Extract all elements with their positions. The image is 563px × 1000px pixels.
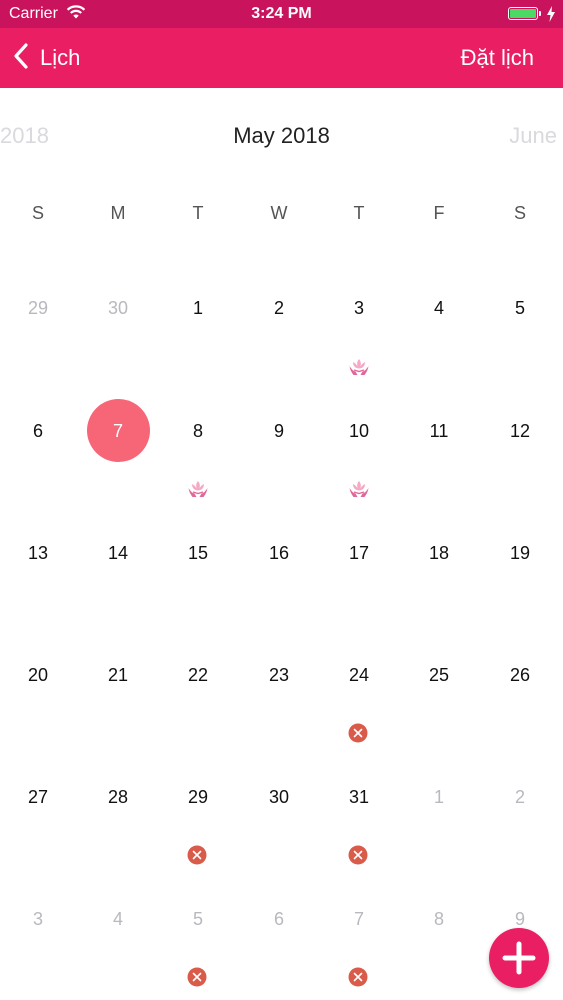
chevron-left-icon — [14, 42, 28, 74]
weekday-header: M — [110, 203, 126, 223]
weekday-header: S — [513, 203, 526, 223]
calendar-day[interactable]: 4 — [78, 909, 158, 930]
calendar-day[interactable]: 1 — [399, 787, 479, 808]
status-bar: Carrier 3:24 PM — [0, 0, 563, 28]
calendar-day[interactable]: 16 — [239, 543, 319, 564]
calendar-day[interactable]: 4 — [399, 298, 479, 319]
back-label: Lịch — [40, 45, 81, 70]
charging-bolt-icon — [546, 6, 556, 27]
lotus-hands-icon — [348, 357, 370, 377]
cancelled-x-icon — [348, 845, 370, 865]
next-month-label[interactable]: June — [509, 123, 557, 149]
status-time: 3:24 PM — [251, 5, 312, 22]
cancelled-x-icon — [187, 845, 209, 865]
nav-bar: Lịch Đặt lịch — [0, 28, 563, 88]
calendar-day[interactable]: 8 — [399, 909, 479, 930]
calendar-day[interactable]: 5 — [158, 909, 238, 930]
month-title: May 2018 — [233, 123, 330, 148]
calendar-day[interactable]: 17 — [319, 543, 399, 564]
weekday-header: W — [270, 203, 288, 223]
calendar-day[interactable]: 9 — [480, 909, 560, 930]
calendar-day[interactable]: 11 — [399, 421, 479, 442]
add-appointment-button[interactable] — [489, 928, 549, 988]
calendar-day[interactable]: 3 — [319, 298, 399, 319]
calendar-day[interactable]: 2 — [239, 298, 319, 319]
calendar-day[interactable]: 27 — [0, 787, 78, 808]
battery-cap — [539, 11, 541, 16]
calendar-day[interactable]: 9 — [239, 421, 319, 442]
month-header: 2018 May 2018 June — [0, 120, 563, 154]
calendar-day[interactable]: 1 — [158, 298, 238, 319]
calendar-day[interactable]: 25 — [399, 665, 479, 686]
calendar-day[interactable]: 5 — [480, 298, 560, 319]
calendar-day[interactable]: 21 — [78, 665, 158, 686]
calendar-day[interactable]: 13 — [0, 543, 78, 564]
calendar-day[interactable]: 6 — [0, 421, 78, 442]
calendar-day[interactable]: 7 — [319, 909, 399, 930]
weekday-header: F — [433, 203, 445, 223]
lotus-hands-icon — [187, 479, 209, 499]
calendar-day[interactable]: 18 — [399, 543, 479, 564]
calendar-day[interactable]: 19 — [480, 543, 560, 564]
plus-icon — [489, 941, 549, 992]
weekday-header: T — [353, 203, 365, 223]
calendar-day[interactable]: 22 — [158, 665, 238, 686]
calendar-day[interactable]: 28 — [78, 787, 158, 808]
calendar-day[interactable]: 31 — [319, 787, 399, 808]
weekday-header: T — [192, 203, 204, 223]
calendar-day[interactable]: 14 — [78, 543, 158, 564]
calendar-day[interactable]: 10 — [319, 421, 399, 442]
calendar-day[interactable]: 8 — [158, 421, 238, 442]
calendar-day[interactable]: 15 — [158, 543, 238, 564]
calendar-day[interactable]: 2 — [480, 787, 560, 808]
calendar-day[interactable]: 26 — [480, 665, 560, 686]
battery-icon — [508, 7, 538, 20]
book-appointment-button[interactable]: Đặt lịch — [461, 42, 534, 74]
calendar-day[interactable]: 30 — [78, 298, 158, 319]
calendar-day[interactable]: 3 — [0, 909, 78, 930]
cancelled-x-icon — [348, 967, 370, 987]
calendar-day[interactable]: 24 — [319, 665, 399, 686]
lotus-hands-icon — [348, 479, 370, 499]
weekday-header: S — [31, 203, 44, 223]
calendar-day[interactable]: 30 — [239, 787, 319, 808]
calendar-day[interactable]: 29 — [158, 787, 238, 808]
calendar-day[interactable]: 29 — [0, 298, 78, 319]
calendar-day[interactable]: 12 — [480, 421, 560, 442]
back-button[interactable]: Lịch — [14, 42, 80, 74]
calendar-day[interactable]: 20 — [0, 665, 78, 686]
calendar-day[interactable]: 7 — [78, 421, 158, 442]
calendar-day[interactable]: 6 — [239, 909, 319, 930]
cancelled-x-icon — [348, 723, 370, 743]
cancelled-x-icon — [187, 967, 209, 987]
calendar-day[interactable]: 23 — [239, 665, 319, 686]
